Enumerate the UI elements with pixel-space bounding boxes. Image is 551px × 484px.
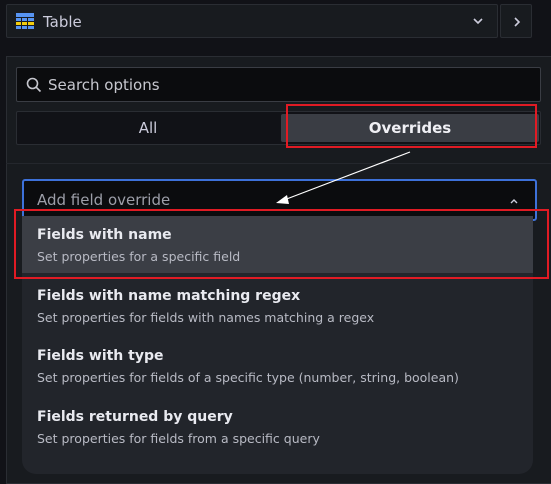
menu-item-description: Set properties for fields from a specifi… [37,431,320,446]
menu-item-description: Set properties for a specific field [37,249,241,264]
select-placeholder: Add field override [37,191,171,209]
visualization-picker[interactable]: Table [6,4,498,38]
options-tabs: All Overrides [16,111,541,145]
search-input[interactable]: Search options [16,67,541,102]
menu-item-title: Fields returned by query [37,409,233,425]
menu-item-fields-returned-by-query[interactable]: Fields returned by query Set properties … [22,398,533,455]
menu-item-title: Fields with type [37,348,164,364]
search-icon [26,77,42,93]
menu-item-title: Fields with name matching regex [37,288,301,304]
add-field-override-select[interactable]: Add field override [22,179,537,221]
tab-all[interactable]: All [17,112,279,144]
table-icon [16,13,34,29]
chevron-up-icon [510,199,518,204]
section-divider [6,163,551,164]
menu-item-fields-with-name[interactable]: Fields with name Set properties for a sp… [22,216,533,273]
tab-overrides[interactable]: Overrides [281,114,539,142]
chevron-down-icon [473,18,483,25]
visualization-title: Table [43,13,82,31]
chevron-right-icon [514,17,521,27]
search-placeholder: Search options [48,76,160,94]
next-button[interactable] [500,4,532,38]
menu-item-description: Set properties for fields with names mat… [37,310,375,325]
menu-item-title: Fields with name [37,227,172,243]
override-options-menu: Fields with name Set properties for a sp… [22,216,533,474]
menu-item-fields-with-name-matching-regex[interactable]: Fields with name matching regex Set prop… [22,277,533,334]
menu-item-description: Set properties for fields of a specific … [37,370,459,385]
menu-item-fields-with-type[interactable]: Fields with type Set properties for fiel… [22,337,533,394]
